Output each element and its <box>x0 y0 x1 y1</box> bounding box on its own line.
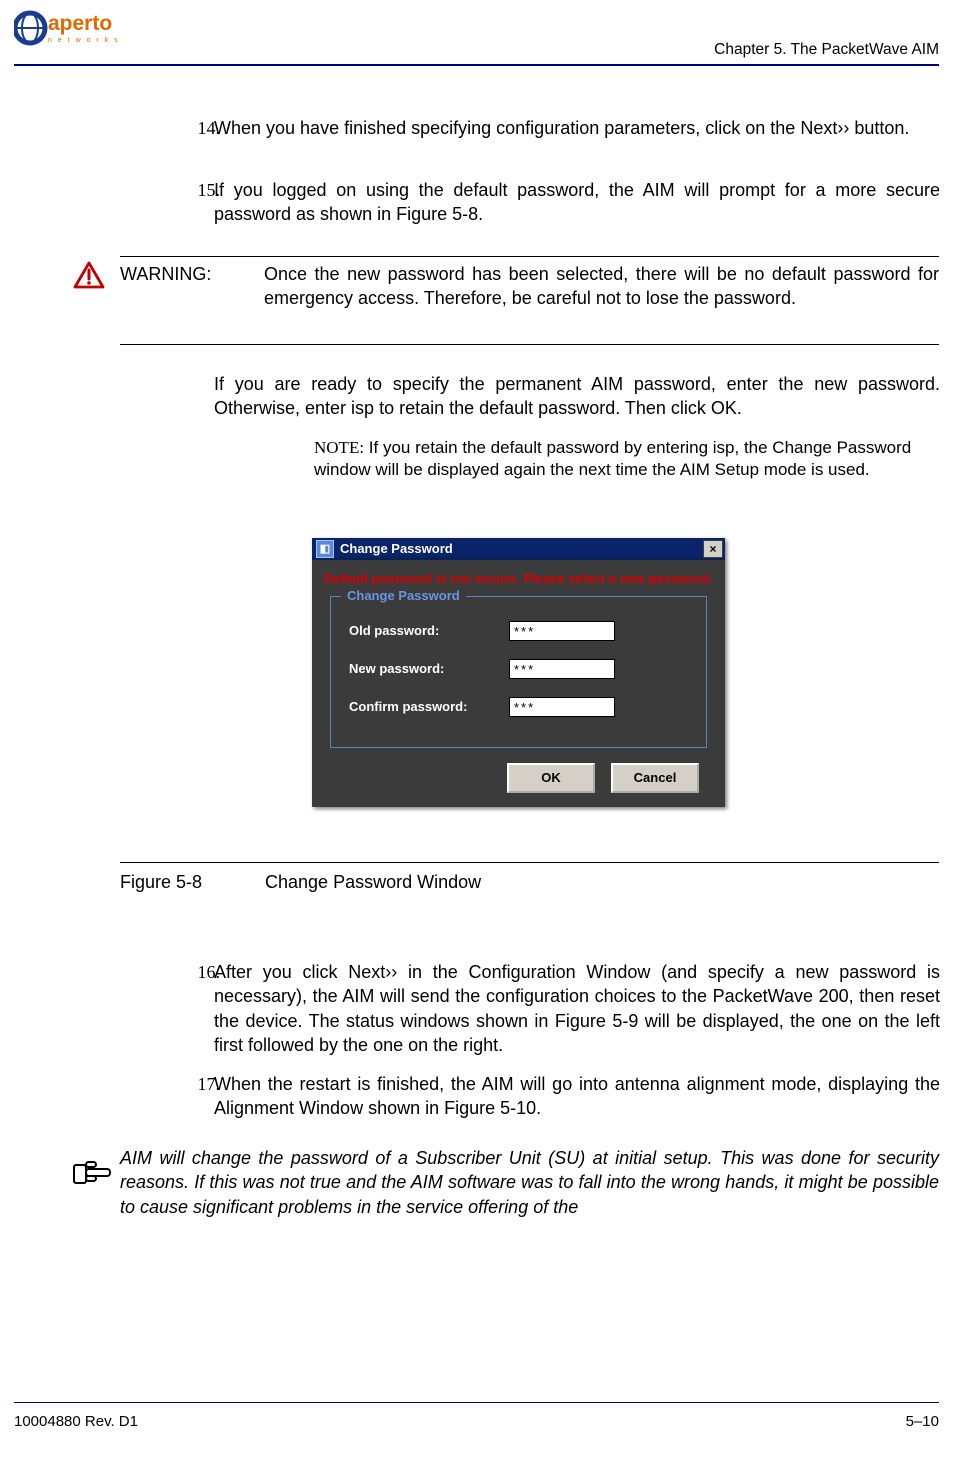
figure-title: Change Password Window <box>265 872 481 892</box>
confirm-password-label: Confirm password: <box>349 698 509 716</box>
dialog-window: ◧ Change Password × Default password is … <box>312 538 725 807</box>
page-header: aperto n e t w o r k s Chapter 5. The Pa… <box>14 10 939 62</box>
ok-button[interactable]: OK <box>507 763 595 793</box>
footer-page-num: 5–10 <box>906 1412 939 1432</box>
new-password-row: New password: <box>349 659 666 679</box>
note-text: If you retain the default password by en… <box>314 438 911 479</box>
step-text-15: If you logged on using the default passw… <box>214 178 940 227</box>
dialog-app-icon: ◧ <box>316 540 334 558</box>
warning-label: WARNING: <box>120 262 211 286</box>
step-number-15: 15. <box>160 178 220 202</box>
figure-rule <box>120 862 939 863</box>
change-password-dialog: ◧ Change Password × Default password is … <box>312 538 725 807</box>
header-rule <box>14 64 939 66</box>
cancel-button[interactable]: Cancel <box>611 763 699 793</box>
note-label: NOTE: <box>314 438 364 457</box>
figure-caption: Figure 5-8 Change Password Window <box>120 870 481 894</box>
new-password-label: New password: <box>349 660 509 678</box>
figure-number: Figure 5-8 <box>120 870 260 894</box>
dialog-body: Default password is not secure. Please s… <box>312 560 725 807</box>
step-number-16: 16. <box>160 960 220 984</box>
footer-rule <box>14 1402 939 1403</box>
confirm-password-input[interactable] <box>509 697 615 717</box>
new-password-input[interactable] <box>509 659 615 679</box>
hand-note-text: AIM will change the password of a Subscr… <box>120 1146 939 1219</box>
old-password-input[interactable] <box>509 621 615 641</box>
pointing-hand-icon <box>73 1159 115 1195</box>
step-text-16: After you click Next›› in the Configurat… <box>214 960 940 1057</box>
dialog-titlebar[interactable]: ◧ Change Password × <box>312 538 725 560</box>
aperto-logo: aperto n e t w o r k s <box>14 6 124 54</box>
warning-icon <box>73 261 105 295</box>
step-text-17: When the restart is finished, the AIM wi… <box>214 1072 940 1121</box>
confirm-password-row: Confirm password: <box>349 697 666 717</box>
step-text-14: When you have finished specifying config… <box>214 116 940 140</box>
close-icon[interactable]: × <box>703 540 723 558</box>
step-number-17: 17. <box>160 1072 220 1096</box>
old-password-label: Old password: <box>349 622 509 640</box>
warning-top-rule <box>120 256 939 257</box>
footer-doc-id: 10004880 Rev. D1 <box>14 1412 138 1432</box>
warning-bottom-rule <box>120 344 939 345</box>
dialog-title: Change Password <box>340 540 453 558</box>
logo-text-top: aperto <box>48 12 112 35</box>
old-password-row: Old password: <box>349 621 666 641</box>
warning-text: Once the new password has been selected,… <box>264 262 939 311</box>
note-block: NOTE: If you retain the default password… <box>314 437 939 481</box>
logo-text-sub: n e t w o r k s <box>48 37 120 44</box>
change-password-fieldset: Change Password Old password: New passwo… <box>330 596 707 748</box>
dialog-button-row: OK Cancel <box>507 763 699 793</box>
chapter-title: Chapter 5. The PacketWave AIM <box>714 40 939 61</box>
after-warning-text: If you are ready to specify the permanen… <box>214 372 940 421</box>
step-number-14: 14. <box>160 116 220 140</box>
fieldset-legend: Change Password <box>341 587 466 605</box>
